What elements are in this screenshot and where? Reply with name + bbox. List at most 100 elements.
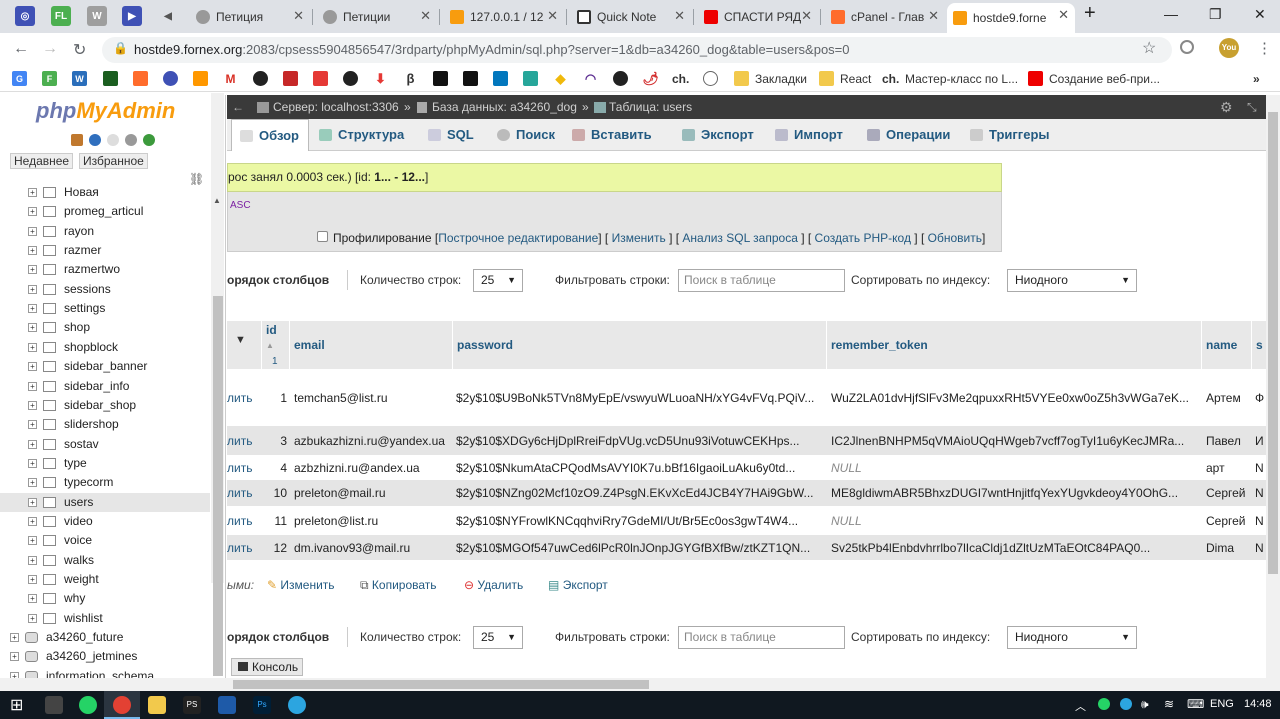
close-icon[interactable]: ✕ bbox=[801, 8, 812, 24]
row-delete-link[interactable]: лить bbox=[227, 391, 252, 405]
new-tab-button[interactable]: + bbox=[1084, 2, 1096, 25]
close-window-button[interactable]: ✕ bbox=[1254, 6, 1266, 23]
cell-password[interactable]: $2y$10$NkumAtaCPQodMsAVYI0K7u.bBf16Igaoi… bbox=[456, 461, 826, 475]
keyboard-icon[interactable]: ⌨ bbox=[1187, 697, 1204, 711]
sidebar-item-settings[interactable]: + settings bbox=[0, 299, 210, 318]
maximize-button[interactable]: ❐ bbox=[1209, 6, 1222, 23]
cell-id[interactable]: 11 bbox=[262, 514, 290, 528]
explorer-icon[interactable] bbox=[148, 696, 166, 714]
header-email[interactable]: email bbox=[290, 321, 453, 369]
refresh-link[interactable]: Обновить bbox=[928, 231, 982, 245]
sidebar-item-promeg-articul[interactable]: + promeg_articul bbox=[0, 202, 210, 221]
cell-name[interactable]: Сергей bbox=[1206, 486, 1252, 500]
profile-avatar[interactable]: You bbox=[1219, 38, 1239, 58]
expand-icon[interactable]: + bbox=[28, 265, 37, 274]
tab-browse[interactable]: Обзор bbox=[231, 119, 309, 151]
beta-bookmark-icon[interactable]: β bbox=[403, 71, 418, 86]
cell-id[interactable]: 1 bbox=[262, 391, 290, 405]
expand-icon[interactable]: + bbox=[28, 517, 37, 526]
calculator-icon[interactable] bbox=[45, 696, 63, 714]
expand-icon[interactable]: + bbox=[28, 459, 37, 468]
page-scrollbar-thumb[interactable] bbox=[1268, 112, 1278, 574]
tab-sql[interactable]: SQL bbox=[428, 119, 474, 150]
expand-icon[interactable]: + bbox=[28, 478, 37, 487]
github-bookmark-icon[interactable] bbox=[343, 71, 358, 86]
sidebar-item-razmer[interactable]: + razmer bbox=[0, 241, 210, 260]
binance-bookmark-icon[interactable]: ◆ bbox=[553, 71, 568, 86]
minimize-button[interactable]: — bbox=[1164, 6, 1178, 22]
tab-petitions[interactable]: Петиции ✕ bbox=[317, 4, 437, 29]
breadcrumb-server[interactable]: Сервер: localhost:3306 bbox=[273, 95, 399, 119]
profiling-checkbox[interactable] bbox=[317, 231, 328, 242]
back-button[interactable]: ← bbox=[13, 40, 29, 58]
expand-icon[interactable]: + bbox=[28, 498, 37, 507]
info-icon[interactable] bbox=[89, 134, 101, 146]
bookmark-ch[interactable]: ch. bbox=[672, 72, 689, 86]
cell-token[interactable]: Sv25tkPb4lEnbdvhrrlbo7lIcaCldj1dZltUzMTa… bbox=[831, 541, 1201, 555]
expand-icon[interactable]: + bbox=[28, 362, 37, 371]
expand-icon[interactable]: + bbox=[28, 323, 37, 332]
rows-select-bottom[interactable]: 25 ▼ bbox=[473, 626, 523, 649]
phpmyadmin-logo[interactable]: phpMyAdmin bbox=[36, 98, 175, 124]
close-icon[interactable]: ✕ bbox=[420, 8, 431, 24]
sidebar-item-a34260-future[interactable]: + a34260_future bbox=[0, 628, 210, 647]
word-icon[interactable] bbox=[218, 696, 236, 714]
bookmark-icon[interactable]: ◠ bbox=[583, 71, 598, 86]
expand-icon[interactable]: + bbox=[28, 614, 37, 623]
expand-icon[interactable]: + bbox=[28, 343, 37, 352]
reload-button[interactable]: ↻ bbox=[73, 40, 86, 60]
refresh-icon[interactable] bbox=[143, 134, 155, 146]
bookmark-icon[interactable] bbox=[253, 71, 268, 86]
cell-name[interactable]: Сергей bbox=[1206, 514, 1252, 528]
close-icon[interactable]: ✕ bbox=[928, 8, 939, 24]
cell-email[interactable]: temchan5@list.ru bbox=[294, 391, 452, 405]
expand-icon[interactable]: + bbox=[28, 440, 37, 449]
expand-icon[interactable]: + bbox=[28, 536, 37, 545]
bookmark-web-app[interactable]: Создание веб-при... bbox=[1049, 72, 1160, 86]
pinned-tab-fl[interactable]: FL bbox=[51, 6, 71, 26]
maximize-icon[interactable]: ⤡ bbox=[1247, 95, 1257, 119]
telegram-icon[interactable] bbox=[288, 696, 306, 714]
sidebar-item-sessions[interactable]: + sessions bbox=[0, 280, 210, 299]
bookmark-icon[interactable] bbox=[433, 71, 448, 86]
gear-icon[interactable]: ⚙ bbox=[1220, 95, 1233, 119]
pinned-tab-icon[interactable]: ◎ bbox=[15, 6, 35, 26]
expand-icon[interactable]: + bbox=[10, 652, 19, 661]
phpstorm-icon[interactable]: PS bbox=[183, 696, 201, 714]
breadcrumb-database[interactable]: База данных: a34260_dog bbox=[432, 95, 577, 119]
expand-icon[interactable]: + bbox=[28, 285, 37, 294]
close-icon[interactable]: ✕ bbox=[674, 8, 685, 24]
pinned-tab-w[interactable]: W bbox=[87, 6, 107, 26]
cell-password[interactable]: $2y$10$NZng02Mcf10zO9.Z4PsgN.EKvXcEd4JCB… bbox=[456, 486, 826, 500]
sidebar-item-shopblock[interactable]: + shopblock bbox=[0, 338, 210, 357]
sidebar-item-weight[interactable]: + weight bbox=[0, 570, 210, 589]
pepper-bookmark-icon[interactable]: 🌶 bbox=[642, 71, 659, 86]
download-bookmark-icon[interactable]: ⬇ bbox=[373, 71, 388, 86]
bookmark-folder-zakladki[interactable]: Закладки bbox=[755, 72, 807, 86]
expand-icon[interactable]: + bbox=[10, 633, 19, 642]
home-icon[interactable] bbox=[71, 134, 83, 146]
row-delete-link[interactable]: лить bbox=[227, 461, 252, 475]
sidebar-item-voice[interactable]: + voice bbox=[0, 531, 210, 550]
bookmark-icon[interactable] bbox=[493, 71, 508, 86]
console-button[interactable]: Консоль bbox=[231, 658, 303, 676]
more-bookmarks-icon[interactable]: » bbox=[1253, 72, 1260, 86]
expand-icon[interactable]: + bbox=[28, 401, 37, 410]
row-delete-link[interactable]: лить bbox=[227, 486, 252, 500]
sidebar-item-video[interactable]: + video bbox=[0, 512, 210, 531]
inline-edit-link[interactable]: Построчное редактирование bbox=[438, 231, 598, 245]
sidebar-item-rayon[interactable]: + rayon bbox=[0, 222, 210, 241]
cell-id[interactable]: 4 bbox=[262, 461, 290, 475]
cell-password[interactable]: $2y$10$U9BoNk5TVn8MyEpE/vswyuWLuoaNH/xYG… bbox=[456, 391, 826, 405]
tab-localhost-pma[interactable]: 127.0.0.1 / 12 ✕ bbox=[444, 4, 564, 29]
create-php-link[interactable]: Создать PHP-код bbox=[815, 231, 911, 245]
cell-name[interactable]: Dima bbox=[1206, 541, 1252, 555]
bookmark-icon[interactable] bbox=[523, 71, 538, 86]
tray-expand-icon[interactable]: ︿ bbox=[1075, 698, 1086, 714]
cell-id[interactable]: 3 bbox=[262, 434, 290, 448]
tab-import[interactable]: Импорт bbox=[775, 119, 843, 150]
globe-bookmark-icon[interactable] bbox=[703, 71, 718, 86]
row-delete-link[interactable]: лить bbox=[227, 434, 252, 448]
sidebar-item-sidebar-info[interactable]: + sidebar_info bbox=[0, 377, 210, 396]
pinned-tab-play[interactable]: ▶ bbox=[122, 6, 142, 26]
